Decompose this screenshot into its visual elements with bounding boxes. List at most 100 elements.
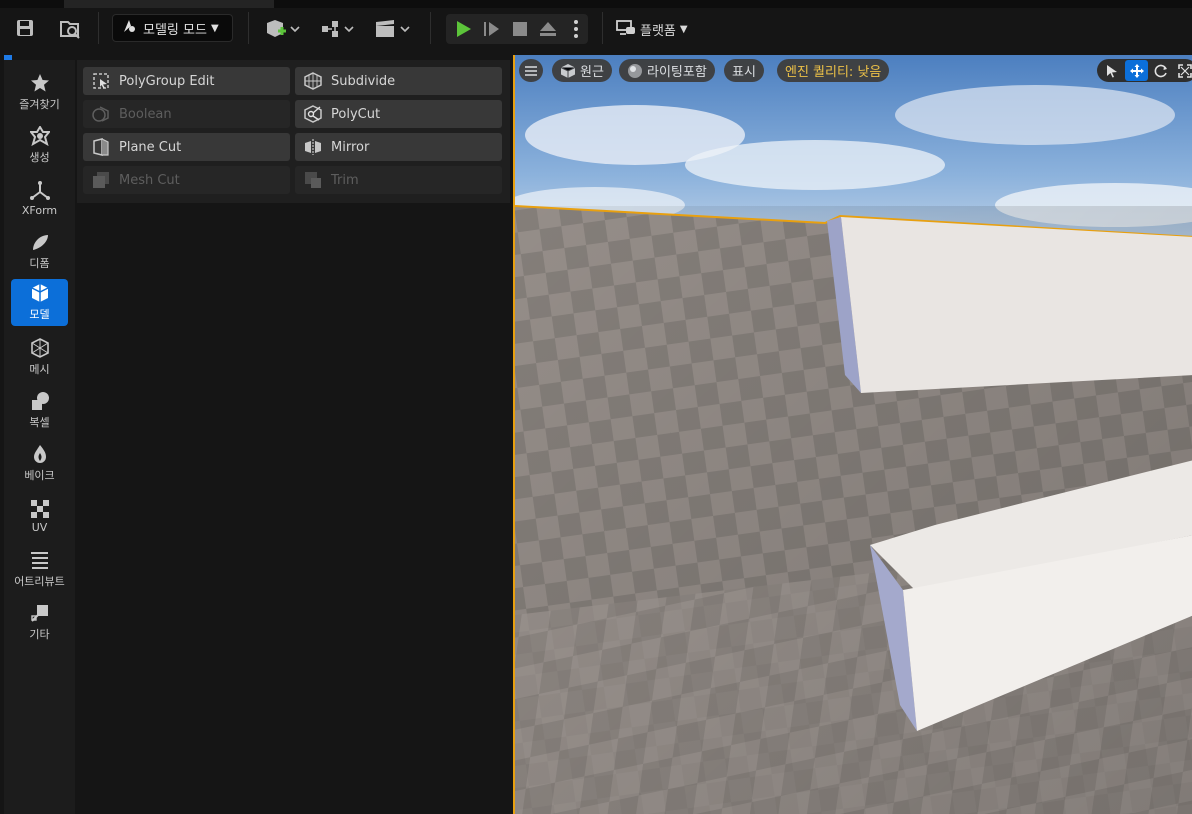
sidebar-item-label: 메시 [29,363,50,376]
plane-cut-button[interactable]: Plane Cut [83,133,290,161]
chevron-down-icon: ▼ [210,22,219,34]
tool-label: Plane Cut [119,139,182,155]
mesh-icon [30,338,49,358]
sidebar-item-deform[interactable]: 디폼 [11,228,68,275]
sidebar-item-label: 기타 [29,628,50,641]
sidebar-item-uv[interactable]: UV [11,493,68,540]
polycut-icon [303,104,323,124]
bake-icon [33,445,46,463]
tool-panel: PolyGroup Edit Subdivide Boolean PolyCut… [77,60,510,814]
polygroup-edit-icon [91,71,111,91]
save-icon[interactable] [14,17,36,39]
sidebar-item-label: 생성 [29,151,50,164]
mirror-button[interactable]: Mirror [295,133,502,161]
tool-label: Mirror [331,139,370,155]
boolean-icon [91,104,111,124]
sidebar-item-attributes[interactable]: 어트리뷰트 [11,546,68,593]
sidebar-item-create[interactable]: 생성 [11,122,68,169]
sidebar-item-label: 베이크 [24,469,55,482]
mode-label: 모델링 모드 [143,22,207,38]
platform-dropdown[interactable]: 플랫폼 ▼ [616,16,688,42]
show-label: 표시 [732,65,756,80]
lighting-button[interactable]: 라이팅포함 [619,59,715,82]
hamburger-icon [525,65,537,76]
select-cursor-icon[interactable] [1101,60,1123,81]
sidebar-item-label: 복셀 [29,416,50,429]
trim-icon [303,170,323,190]
blueprint-button[interactable] [318,16,358,42]
content-browser-icon[interactable] [58,17,82,41]
mode-dropdown[interactable]: 모델링 모드 ▼ [112,14,233,42]
subdivide-button[interactable]: Subdivide [295,67,502,95]
platform-label: 플랫폼 [640,23,676,39]
more-options-icon[interactable] [566,18,586,40]
mesh-cut-button[interactable]: Mesh Cut [83,166,290,194]
mesh-cut-icon [91,170,111,190]
polycut-button[interactable]: PolyCut [295,100,502,128]
attribute-icon [30,552,48,569]
voxel-icon [31,392,49,410]
level-tab[interactable] [64,0,274,8]
sidebar-item-model[interactable]: 모델 [11,279,68,326]
mirror-icon [303,137,323,157]
cinematics-button[interactable] [372,16,412,42]
engine-quality-button[interactable]: 엔진 퀄리티: 낮음 [777,59,890,82]
tab-strip [0,0,1192,8]
tool-label: PolyGroup Edit [119,73,215,89]
subdivide-icon [303,71,323,91]
uv-icon [30,499,49,518]
perspective-cube-icon [560,63,576,78]
stop-icon[interactable] [509,18,531,40]
deform-icon [32,235,48,250]
sidebar-item-label: UV [31,520,48,534]
tool-label: Subdivide [331,73,396,89]
sidebar-item-bake[interactable]: 베이크 [11,440,68,487]
plane-cut-icon [91,137,111,157]
tool-label: Boolean [119,106,172,122]
tool-label: PolyCut [331,106,381,122]
sidebar-item-label: 어트리뷰트 [14,575,65,588]
add-actor-button[interactable] [262,16,302,42]
sidebar-item-label: 모델 [29,308,50,321]
sidebar-item-misc[interactable]: 기타 [11,599,68,646]
tool-grid: PolyGroup Edit Subdivide Boolean PolyCut… [77,60,510,203]
modeling-mode-icon [121,18,137,38]
xform-icon [29,180,50,200]
show-button[interactable]: 표시 [724,59,764,82]
misc-icon [30,605,48,622]
play-controls [446,14,588,44]
perspective-label: 원근 [580,65,604,80]
play-icon[interactable] [452,18,474,40]
model-icon [31,284,48,302]
create-icon [29,126,50,146]
eject-icon[interactable] [537,18,559,40]
advance-frame-icon[interactable] [481,18,503,40]
sidebar-item-voxel[interactable]: 복셀 [11,387,68,434]
polygroup-edit-button[interactable]: PolyGroup Edit [83,67,290,95]
trim-button[interactable]: Trim [295,166,502,194]
viewport-menu-button[interactable] [519,59,543,82]
platform-icon [616,18,636,40]
star-icon [30,74,49,92]
perspective-button[interactable]: 원근 [552,59,612,82]
boolean-button[interactable]: Boolean [83,100,290,128]
transform-tools [1097,59,1192,82]
lit-sphere-icon [628,63,642,78]
tool-label: Trim [331,172,359,188]
scale-icon[interactable] [1174,60,1192,81]
rotate-icon[interactable] [1150,60,1172,81]
level-viewport[interactable]: 원근 라이팅포함 표시 엔진 퀄리티: 낮음 [513,55,1192,814]
sidebar-item-label: 디폼 [29,257,50,270]
sidebar-item-label: XForm [21,203,58,217]
sidebar-item-favorites[interactable]: 즐겨찾기 [11,69,68,116]
sidebar-item-mesh[interactable]: 메시 [11,334,68,381]
chevron-down-icon: ▼ [679,23,688,35]
tool-label: Mesh Cut [119,172,180,188]
sidebar-item-label: 즐겨찾기 [19,98,60,111]
lighting-label: 라이팅포함 [647,65,707,80]
move-icon[interactable] [1125,60,1148,81]
engine-quality-label: 엔진 퀄리티: 낮음 [785,65,882,80]
main-toolbar: 모델링 모드 ▼ 플랫폼 ▼ [0,8,1192,48]
sidebar-item-xform[interactable]: XForm [11,175,68,222]
mode-sidebar: 즐겨찾기 생성 XForm 디폼 모델 메시 복셀 베이크 UV 어트리뷰트 기… [4,60,75,814]
